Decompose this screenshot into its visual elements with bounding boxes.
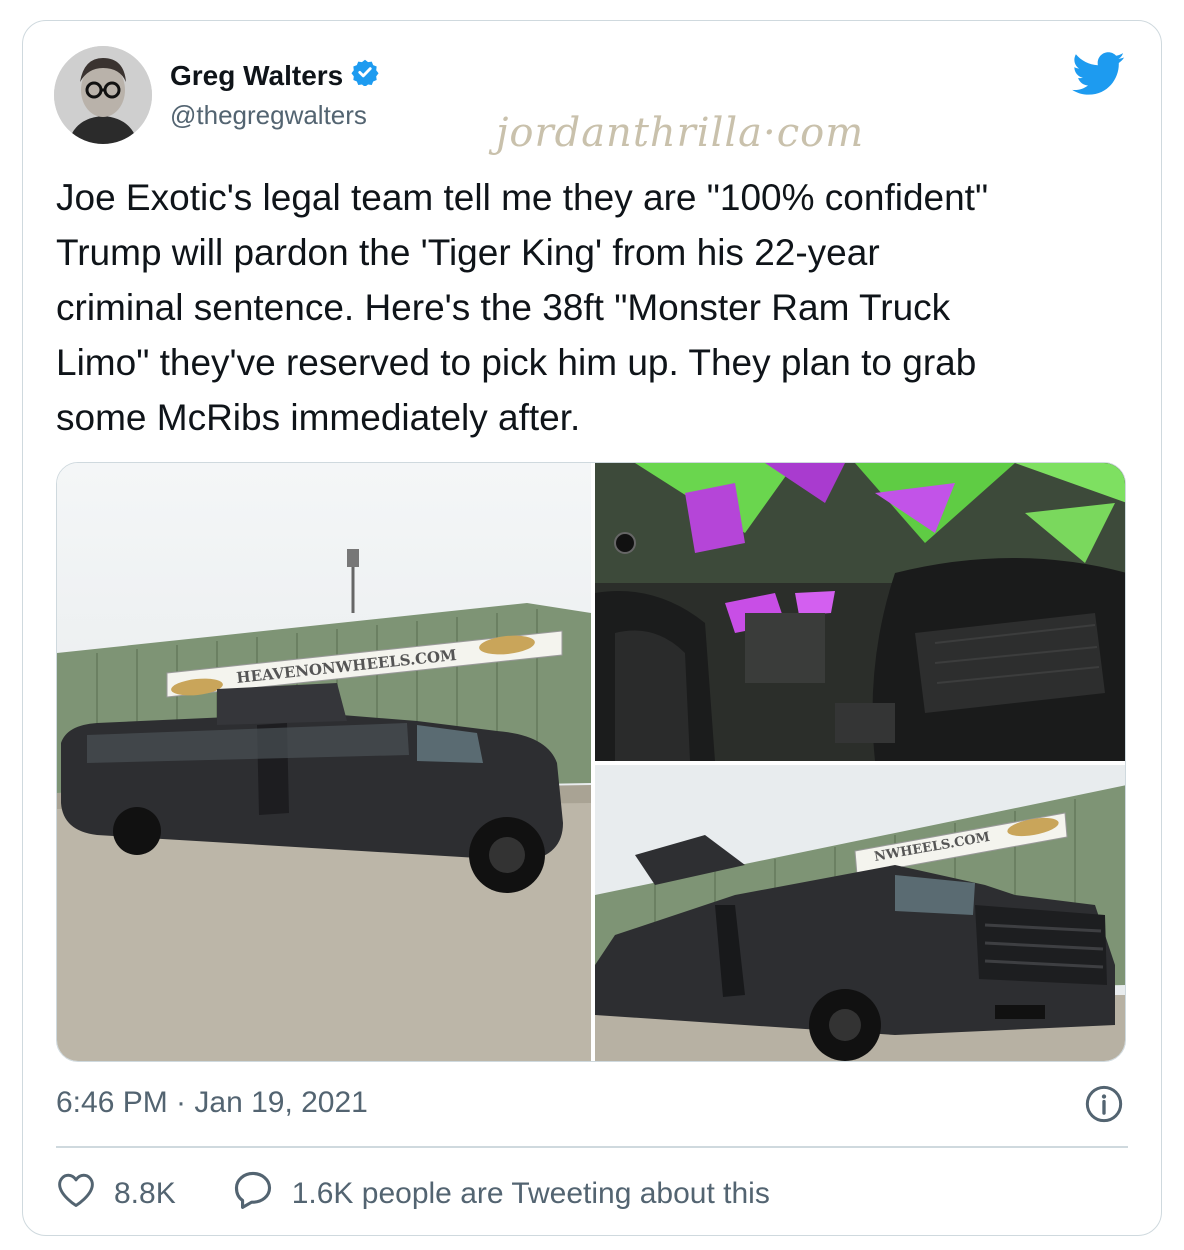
limo-front-photo[interactable]: NWHEELS.COM <box>595 765 1125 1061</box>
divider <box>56 1146 1128 1148</box>
author-name-row[interactable]: Greg Walters <box>170 58 379 93</box>
author-name[interactable]: Greg Walters <box>170 60 343 92</box>
like-count: 8.8K <box>114 1177 176 1210</box>
tweeting-about-text: 1.6K people are Tweeting about this <box>291 1177 770 1210</box>
twitter-bird-icon[interactable] <box>1072 52 1126 101</box>
like-button[interactable]: 8.8K <box>56 1172 176 1216</box>
avatar[interactable] <box>54 46 152 144</box>
reply-bubble-icon <box>232 1170 274 1218</box>
tweet-timestamp[interactable]: 6:46 PM · Jan 19, 2021 <box>56 1086 368 1120</box>
limo-interior-photo[interactable] <box>595 463 1125 761</box>
media-grid: HEAVENONWHEELS.COM NWHEELS.COM <box>56 462 1126 1062</box>
tweeting-about-link[interactable]: 1.6K people are Tweeting about this <box>232 1170 770 1218</box>
author-handle[interactable]: @thegregwalters <box>170 100 367 131</box>
verified-badge-icon <box>351 58 379 93</box>
tweet-text: Joe Exotic's legal team tell me they are… <box>56 177 989 438</box>
tweet-actions: 8.8K 1.6K people are Tweeting about this <box>56 1170 770 1218</box>
limo-exterior-photo[interactable]: HEAVENONWHEELS.COM <box>57 463 591 1061</box>
watermark: jordanthrilla·com <box>496 110 865 156</box>
heart-icon <box>56 1172 96 1216</box>
info-icon[interactable] <box>1084 1084 1124 1129</box>
